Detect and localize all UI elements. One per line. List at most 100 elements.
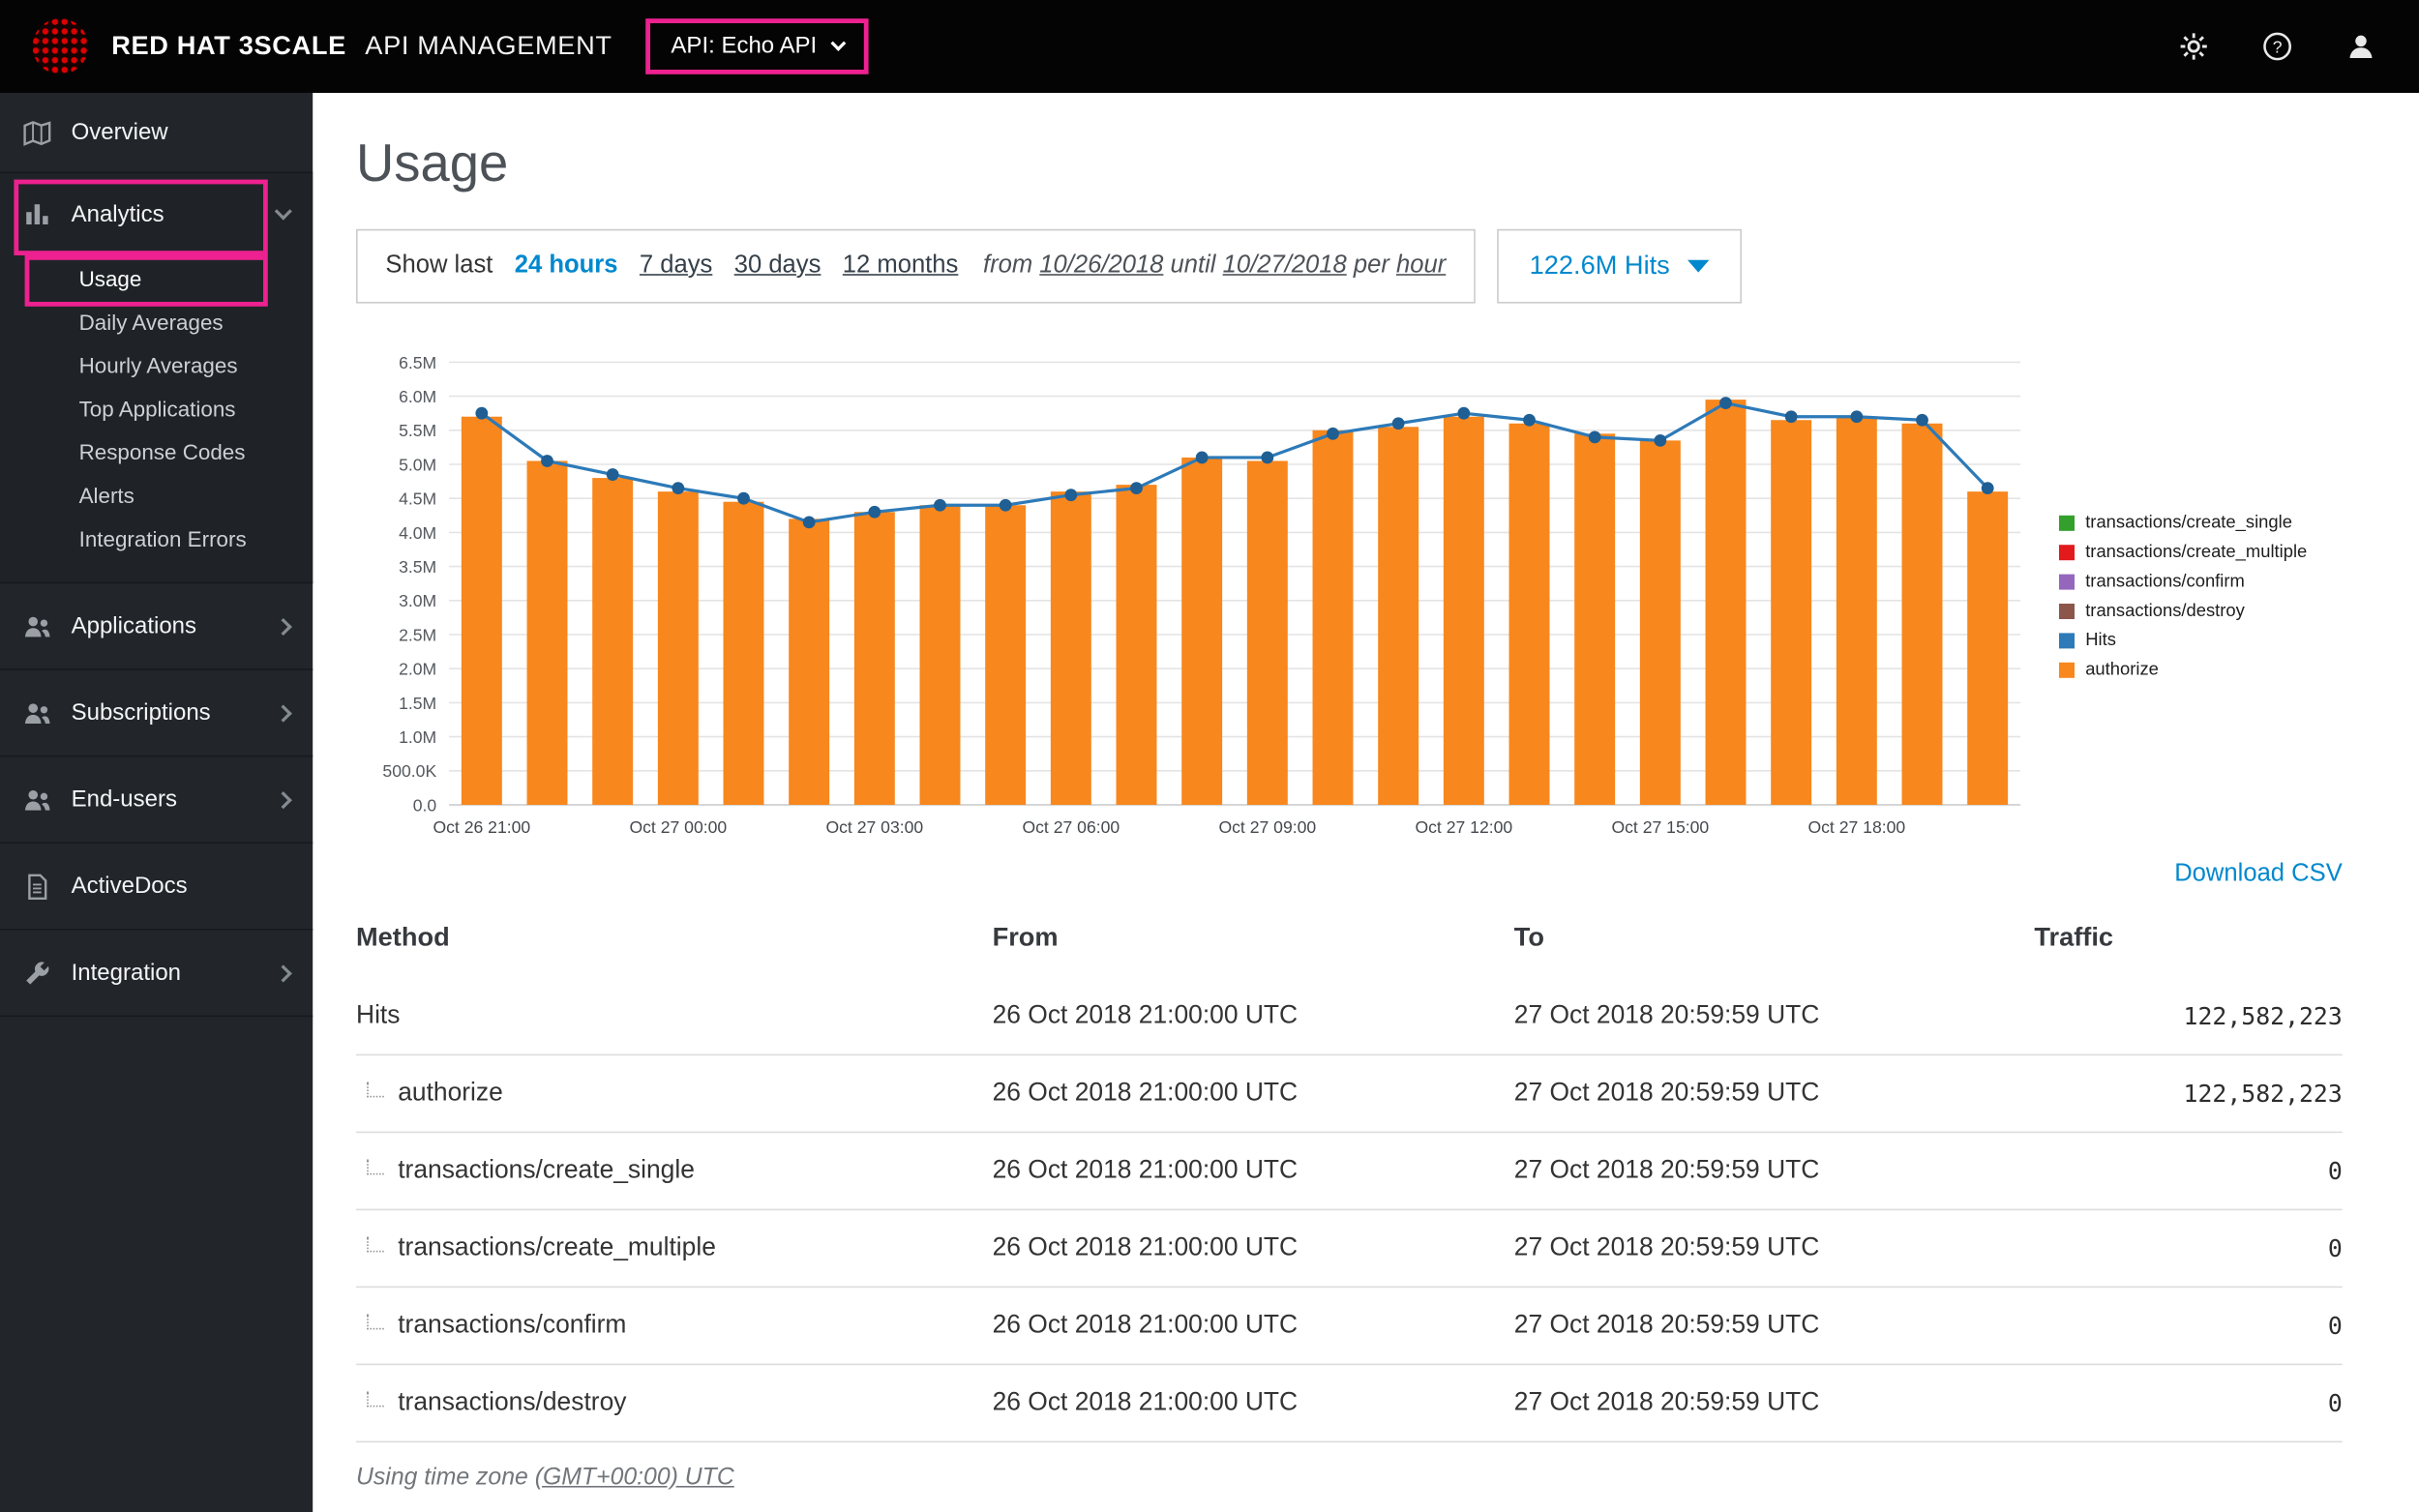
svg-text:6.5M: 6.5M — [399, 353, 436, 372]
column-header-traffic: Traffic — [2034, 922, 2114, 952]
user-icon[interactable] — [2345, 31, 2376, 62]
topbar: RED HAT 3SCALE API MANAGEMENT API: Echo … — [0, 0, 2419, 93]
svg-text:Oct 27 03:00: Oct 27 03:00 — [825, 817, 923, 837]
sidebar-item-analytics[interactable]: Analytics — [0, 173, 313, 253]
sidebar-item-subscriptions[interactable]: Subscriptions — [0, 670, 314, 757]
sidebar-item-integration-errors[interactable]: Integration Errors — [0, 517, 313, 560]
sidebar-item-label: ActiveDocs — [71, 873, 188, 900]
table-row: transactions/create_multiple 26 Oct 2018 … — [356, 1210, 2343, 1289]
gear-icon[interactable] — [2178, 31, 2209, 62]
legend-item: authorize — [2059, 661, 2307, 679]
method-cell: transactions/create_single — [356, 1156, 993, 1185]
sidebar-item-usage[interactable]: Usage — [0, 257, 313, 301]
from-label: from — [982, 252, 1033, 279]
range-link-12-months[interactable]: 12 months — [843, 252, 959, 281]
range-link-7-days[interactable]: 7 days — [640, 252, 712, 281]
range-link-24-hours[interactable]: 24 hours — [515, 252, 618, 281]
timezone-link[interactable]: (GMT+00:00) UTC — [535, 1465, 734, 1491]
legend-swatch — [2059, 574, 2075, 590]
from-cell: 26 Oct 2018 21:00:00 UTC — [992, 1233, 1299, 1261]
sidebar-item-label: Applications — [71, 612, 197, 639]
method-name: transactions/destroy — [398, 1388, 627, 1416]
svg-text:Oct 27 06:00: Oct 27 06:00 — [1022, 817, 1120, 837]
filter-row: Show last 24 hours 7 days 30 days 12 months… — [356, 228, 2343, 304]
timezone-prefix: Using time zone — [356, 1464, 528, 1491]
traffic-cell: 122,582,223 — [2183, 1080, 2343, 1108]
api-selector-dropdown[interactable]: API: Echo API — [645, 18, 868, 74]
from-cell: 26 Oct 2018 21:00:00 UTC — [992, 1388, 1299, 1416]
method-cell: transactions/destroy — [356, 1388, 993, 1417]
legend-item: transactions/destroy — [2059, 602, 2307, 621]
sidebar-item-overview[interactable]: Overview — [0, 93, 314, 174]
svg-text:0.0: 0.0 — [413, 795, 437, 815]
from-date-link[interactable]: 10/26/2018 — [1039, 252, 1163, 279]
sidebar-item-label: Overview — [71, 119, 168, 146]
method-cell: authorize — [356, 1079, 993, 1108]
column-header-from: From — [992, 922, 1059, 952]
granularity-link[interactable]: hour — [1396, 252, 1446, 279]
usage-table-header: Method From To Traffic — [356, 904, 2343, 978]
sidebar-item-top-applications[interactable]: Top Applications — [0, 387, 313, 430]
usage-table-body: Hits 26 Oct 2018 21:00:00 UTC 27 Oct 2018 … — [356, 978, 2343, 1443]
sidebar-item-end-users[interactable]: End-users — [0, 756, 314, 844]
analytics-group: Analytics Usage Daily Averages Hourly Aver… — [0, 173, 314, 584]
method-name: authorize — [398, 1079, 503, 1107]
svg-text:1.5M: 1.5M — [399, 694, 436, 713]
from-cell: 26 Oct 2018 21:00:00 UTC — [992, 1001, 1299, 1029]
legend-swatch — [2059, 662, 2075, 678]
legend-item: transactions/create_multiple — [2059, 544, 2307, 562]
legend-label: transactions/create_single — [2085, 514, 2292, 533]
svg-text:2.0M: 2.0M — [399, 660, 436, 679]
to-cell: 27 Oct 2018 20:59:59 UTC — [1513, 1156, 1820, 1184]
method-cell: Hits — [356, 1001, 993, 1030]
svg-text:5.0M: 5.0M — [399, 455, 436, 474]
traffic-cell: 0 — [2327, 1234, 2343, 1262]
legend-swatch — [2059, 633, 2075, 649]
until-label: until — [1170, 252, 1216, 279]
sidebar-item-integration[interactable]: Integration — [0, 931, 314, 1018]
method-name: transactions/create_single — [398, 1156, 695, 1184]
sidebar-sections: Applications Subscriptions End-users Active… — [0, 583, 314, 1018]
table-row: transactions/create_single 26 Oct 2018 21… — [356, 1133, 2343, 1211]
range-link-30-days[interactable]: 30 days — [734, 252, 821, 281]
legend-item: transactions/create_single — [2059, 514, 2307, 532]
sidebar-item-response-codes[interactable]: Response Codes — [0, 430, 313, 474]
until-date-link[interactable]: 10/27/2018 — [1223, 252, 1347, 279]
chevron-down-icon — [829, 36, 846, 51]
download-csv-link[interactable]: Download CSV — [356, 861, 2343, 889]
legend-item: Hits — [2059, 632, 2307, 650]
redhat-logo-icon — [31, 17, 90, 76]
tree-connector-icon — [367, 1082, 384, 1098]
chevron-right-icon — [274, 964, 292, 982]
caret-down-icon — [1687, 259, 1709, 273]
table-row: transactions/destroy 26 Oct 2018 21:00:00… — [356, 1365, 2343, 1443]
svg-text:Oct 27 09:00: Oct 27 09:00 — [1218, 817, 1316, 837]
chart-legend: transactions/create_single transactions/c… — [2059, 514, 2307, 679]
tree-connector-icon — [367, 1391, 384, 1408]
svg-text:500.0K: 500.0K — [382, 761, 436, 781]
method-name: transactions/create_multiple — [398, 1233, 716, 1261]
help-icon[interactable]: ? — [2262, 31, 2293, 62]
sidebar-item-hourly-averages[interactable]: Hourly Averages — [0, 343, 313, 387]
users-icon — [23, 786, 51, 814]
svg-text:3.5M: 3.5M — [399, 557, 436, 577]
metric-dropdown[interactable]: 122.6M Hits — [1497, 228, 1742, 304]
svg-text:6.0M: 6.0M — [399, 387, 436, 406]
svg-text:1.0M: 1.0M — [399, 727, 436, 747]
sidebar-item-daily-averages[interactable]: Daily Averages — [0, 300, 313, 343]
legend-label: transactions/create_multiple — [2085, 543, 2308, 562]
sidebar-item-alerts[interactable]: Alerts — [0, 474, 313, 518]
timezone-note: Using time zone (GMT+00:00) UTC — [356, 1465, 2343, 1493]
usage-chart: 6.5M 6.0M 5.5M 5.0M 4.5M 4.0M 3.5M 3.0M 2.5M 2.0M… — [382, 353, 2021, 837]
chevron-right-icon — [274, 703, 292, 722]
analytics-submenu: Usage Daily Averages Hourly Averages Top Ap… — [0, 253, 313, 581]
sidebar-item-activedocs[interactable]: ActiveDocs — [0, 844, 314, 931]
brand-name: RED HAT 3SCALE — [111, 31, 346, 61]
sidebar-item-applications[interactable]: Applications — [0, 583, 314, 670]
column-header-method: Method — [356, 922, 450, 952]
svg-text:Oct 27 00:00: Oct 27 00:00 — [629, 817, 727, 837]
svg-text:Oct 27 18:00: Oct 27 18:00 — [1807, 817, 1905, 837]
legend-item: transactions/confirm — [2059, 573, 2307, 591]
from-cell: 26 Oct 2018 21:00:00 UTC — [992, 1156, 1299, 1184]
wrench-icon — [23, 959, 51, 987]
